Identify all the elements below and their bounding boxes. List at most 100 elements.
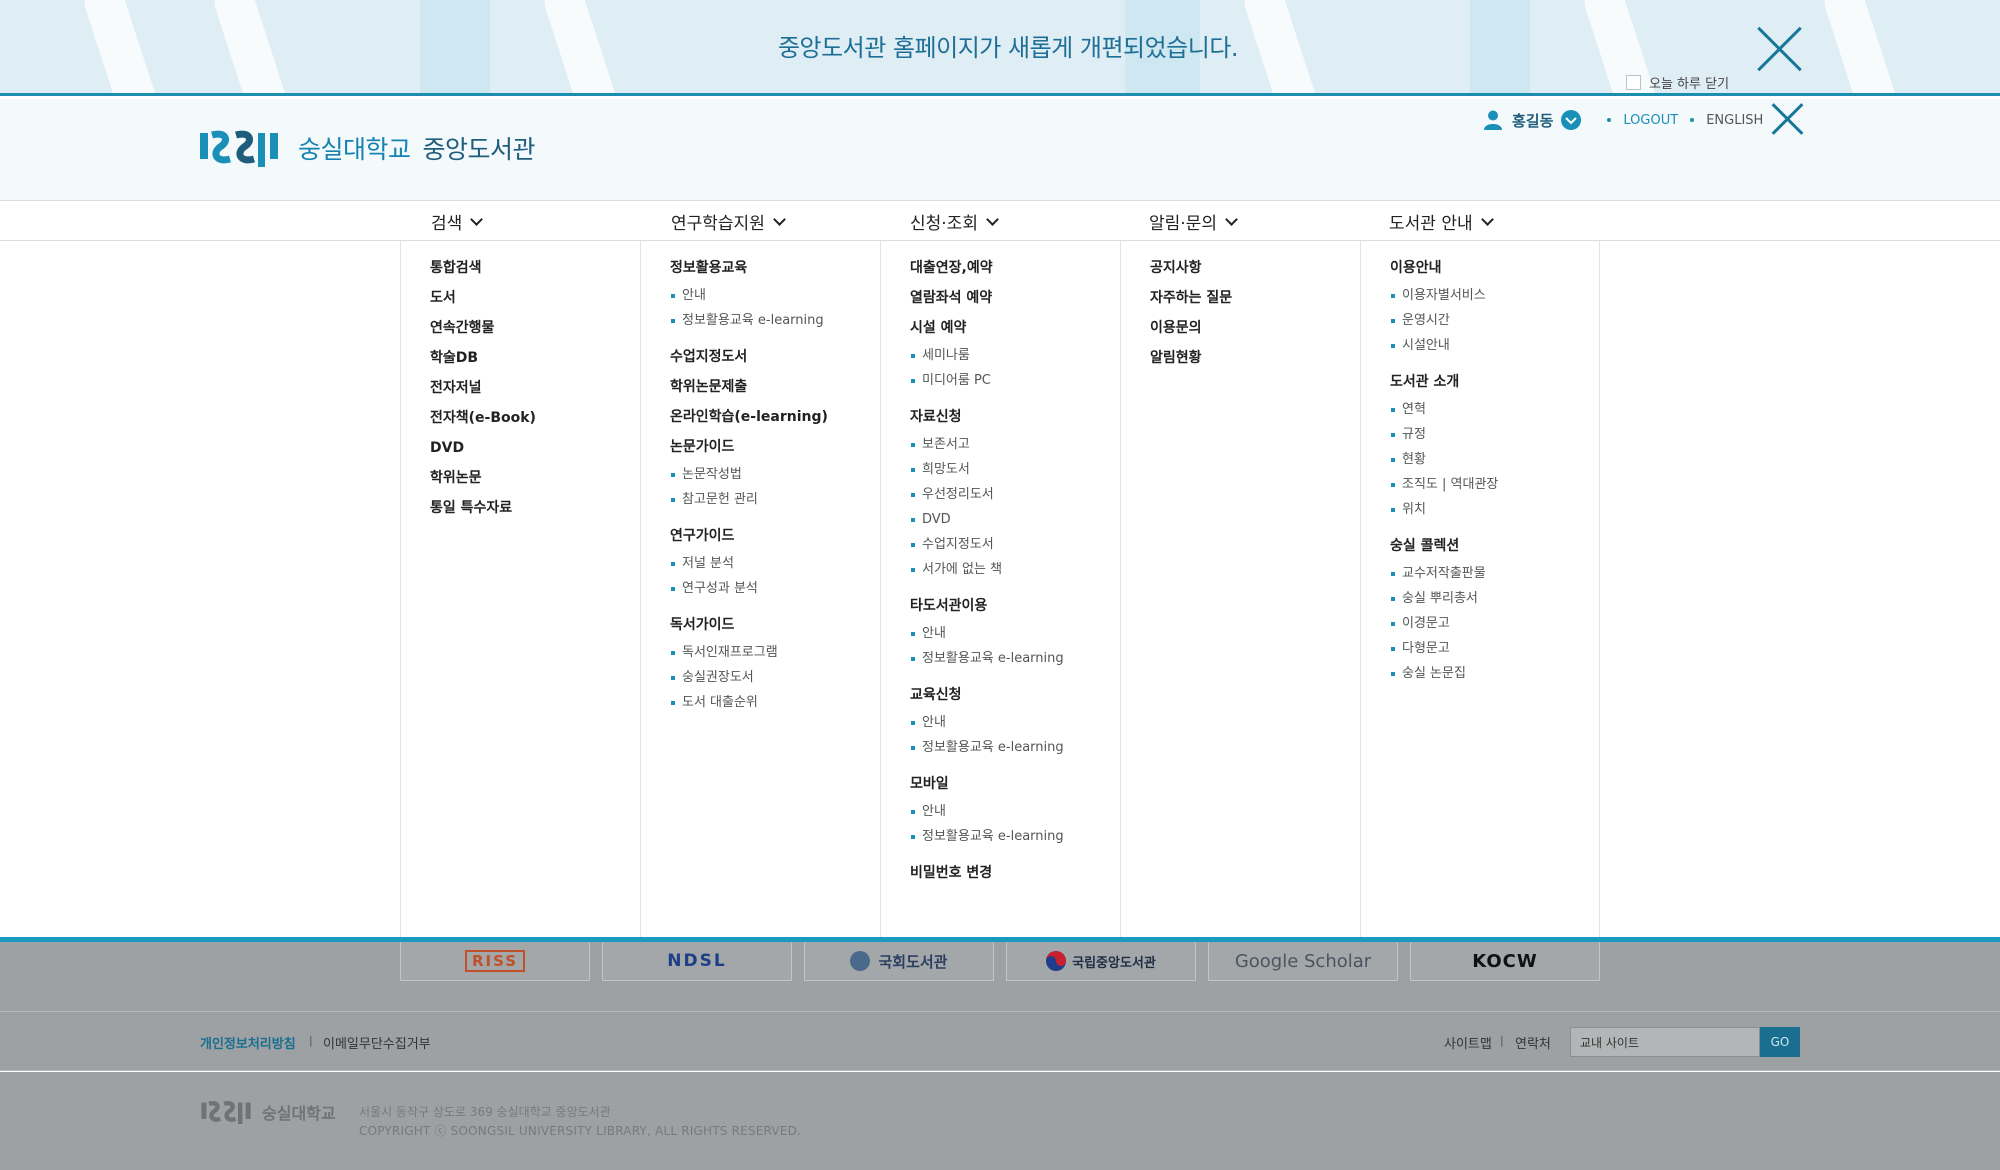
submenu-item[interactable]: 연구성과 분석 xyxy=(670,580,828,605)
menu-item[interactable]: 모바일 xyxy=(910,773,1064,803)
close-menu-button[interactable] xyxy=(1772,103,1804,135)
menu-item[interactable]: 수업지정도서 xyxy=(670,346,828,376)
submenu-item[interactable]: 규정 xyxy=(1390,426,1498,451)
menu-item[interactable]: 학술DB xyxy=(430,347,536,377)
menu-item[interactable]: 연속간행물 xyxy=(430,317,536,347)
close-today-option[interactable]: 오늘 하루 닫기 xyxy=(1626,73,1729,92)
submenu-item[interactable]: 이용자별서비스 xyxy=(1390,287,1498,312)
menu-item[interactable]: 도서 xyxy=(430,287,536,317)
site-link-national-library[interactable]: 국립중앙도서관 xyxy=(1006,942,1196,981)
english-link[interactable]: ENGLISH xyxy=(1706,113,1763,128)
submenu-item[interactable]: 조직도 | 역대관장 xyxy=(1390,476,1498,501)
contact-link[interactable]: 연락처 xyxy=(1515,1033,1551,1052)
submenu-item[interactable]: 수업지정도서 xyxy=(910,536,1064,561)
separator-dot xyxy=(1607,118,1612,122)
menu-item[interactable]: 전자저널 xyxy=(430,377,536,407)
logo-library-name: 중앙도서관 xyxy=(422,135,536,164)
menu-item[interactable]: 숭실 콜렉션 xyxy=(1390,535,1498,565)
close-notice-button[interactable] xyxy=(1756,26,1802,72)
menu-item[interactable]: 학위논문제출 xyxy=(670,376,828,406)
menu-item[interactable]: 이용안내 xyxy=(1390,257,1498,287)
menu-item[interactable]: 도서관 소개 xyxy=(1390,371,1498,401)
menu-item[interactable]: 교육신청 xyxy=(910,684,1064,714)
submenu-item[interactable]: 시설안내 xyxy=(1390,337,1498,362)
submenu-item[interactable]: 희망도서 xyxy=(910,461,1064,486)
logout-link[interactable]: LOGOUT xyxy=(1623,113,1678,128)
submenu-item[interactable]: 교수저작출판물 xyxy=(1390,565,1498,590)
submenu-item[interactable]: 정보활용교육 e-learning xyxy=(910,828,1064,853)
submenu-item[interactable]: 숭실 논문집 xyxy=(1390,665,1498,690)
submenu-item[interactable]: 이경문고 xyxy=(1390,615,1498,640)
nav-apply-inquiry[interactable]: 신청·조회 xyxy=(910,209,999,234)
submenu-item[interactable]: 독서인재프로그램 xyxy=(670,644,828,669)
nav-library-info[interactable]: 도서관 안내 xyxy=(1389,209,1494,234)
menu-item[interactable]: 연구가이드 xyxy=(670,525,828,555)
site-link-ndsl[interactable]: NDSL xyxy=(602,942,792,981)
campus-site-select[interactable]: 교내 사이트 xyxy=(1570,1027,1760,1057)
submenu-item[interactable]: 서가에 없는 책 xyxy=(910,561,1064,586)
menu-item[interactable]: 독서가이드 xyxy=(670,614,828,644)
chevron-down-icon xyxy=(1225,212,1238,226)
menu-item[interactable]: 열람좌석 예약 xyxy=(910,287,1064,317)
submenu-item[interactable]: 참고문헌 관리 xyxy=(670,491,828,516)
menu-item[interactable]: DVD xyxy=(430,437,536,467)
submenu-item[interactable]: 세미나룸 xyxy=(910,347,1064,372)
taeguk-icon xyxy=(1046,951,1067,971)
submenu-item[interactable]: 연혁 xyxy=(1390,401,1498,426)
nav-notice-inquiry[interactable]: 알림·문의 xyxy=(1149,209,1238,234)
submenu-item[interactable]: 보존서고 xyxy=(910,436,1064,461)
submenu-item[interactable]: 숭실 뿌리총서 xyxy=(1390,590,1498,615)
submenu-item[interactable]: 미디어룸 PC xyxy=(910,372,1064,397)
menu-item[interactable]: 타도서관이용 xyxy=(910,595,1064,625)
submenu-item[interactable]: 안내 xyxy=(910,803,1064,828)
menu-item[interactable]: 자주하는 질문 xyxy=(1150,287,1232,317)
menu-item[interactable]: 비밀번호 변경 xyxy=(910,862,1064,892)
menu-item[interactable]: 정보활용교육 xyxy=(670,257,828,287)
submenu-item[interactable]: 정보활용교육 e-learning xyxy=(670,312,828,337)
menu-item[interactable]: 전자책(e-Book) xyxy=(430,407,536,437)
menu-item[interactable]: 시설 예약 xyxy=(910,317,1064,347)
site-link-google-scholar[interactable]: Google Scholar xyxy=(1208,942,1398,981)
menu-item[interactable]: 온라인학습(e-learning) xyxy=(670,406,828,436)
submenu-item[interactable]: 다형문고 xyxy=(1390,640,1498,665)
submenu-item[interactable]: 숭실권장도서 xyxy=(670,669,828,694)
submenu-item[interactable]: 우선정리도서 xyxy=(910,486,1064,511)
menu-item[interactable]: 알림현황 xyxy=(1150,347,1232,377)
site-link-riss[interactable]: RISS xyxy=(400,942,590,981)
menu-item[interactable]: 논문가이드 xyxy=(670,436,828,466)
menu-item[interactable]: 통합검색 xyxy=(430,257,536,287)
menu-item[interactable]: 이용문의 xyxy=(1150,317,1232,347)
submenu-item[interactable]: 정보활용교육 e-learning xyxy=(910,650,1064,675)
privacy-policy-link[interactable]: 개인정보처리방침 xyxy=(200,1033,296,1052)
submenu-item[interactable]: 저널 분석 xyxy=(670,555,828,580)
menu-item[interactable]: 공지사항 xyxy=(1150,257,1232,287)
separator: | xyxy=(309,1034,313,1047)
nav-search[interactable]: 검색 xyxy=(431,209,484,234)
menu-item[interactable]: 학위논문 xyxy=(430,467,536,497)
submenu-item[interactable]: 도서 대출순위 xyxy=(670,694,828,719)
submenu-item[interactable]: 운영시간 xyxy=(1390,312,1498,337)
submenu-item[interactable]: 안내 xyxy=(670,287,828,312)
site-link-national-assembly-library[interactable]: 국회도서관 xyxy=(804,942,994,981)
site-link-kocw[interactable]: KOCW xyxy=(1410,942,1600,981)
menu-item[interactable]: 자료신청 xyxy=(910,406,1064,436)
menu-item[interactable]: 대출연장,예약 xyxy=(910,257,1064,287)
library-logo[interactable]: 숭실대학교 중앙도서관 xyxy=(200,129,536,167)
submenu-item[interactable]: 위치 xyxy=(1390,501,1498,526)
site-label: RISS xyxy=(464,950,526,972)
submenu-item[interactable]: 정보활용교육 e-learning xyxy=(910,739,1064,764)
close-today-label: 오늘 하루 닫기 xyxy=(1649,77,1730,92)
nav-research-support[interactable]: 연구학습지원 xyxy=(671,209,786,234)
submenu-item[interactable]: 논문작성법 xyxy=(670,466,828,491)
user-name[interactable]: 홍길동 xyxy=(1512,110,1553,131)
submenu-item[interactable]: 안내 xyxy=(910,625,1064,650)
close-today-checkbox[interactable] xyxy=(1626,75,1641,90)
submenu-item[interactable]: 안내 xyxy=(910,714,1064,739)
email-refuse-link[interactable]: 이메일무단수집거부 xyxy=(323,1033,431,1052)
submenu-item[interactable]: 현황 xyxy=(1390,451,1498,476)
menu-item[interactable]: 통일 특수자료 xyxy=(430,497,536,527)
submenu-item[interactable]: DVD xyxy=(910,511,1064,536)
user-menu-dropdown-icon[interactable] xyxy=(1561,110,1582,130)
go-button[interactable]: GO xyxy=(1760,1027,1800,1057)
sitemap-link[interactable]: 사이트맵 xyxy=(1444,1033,1492,1052)
